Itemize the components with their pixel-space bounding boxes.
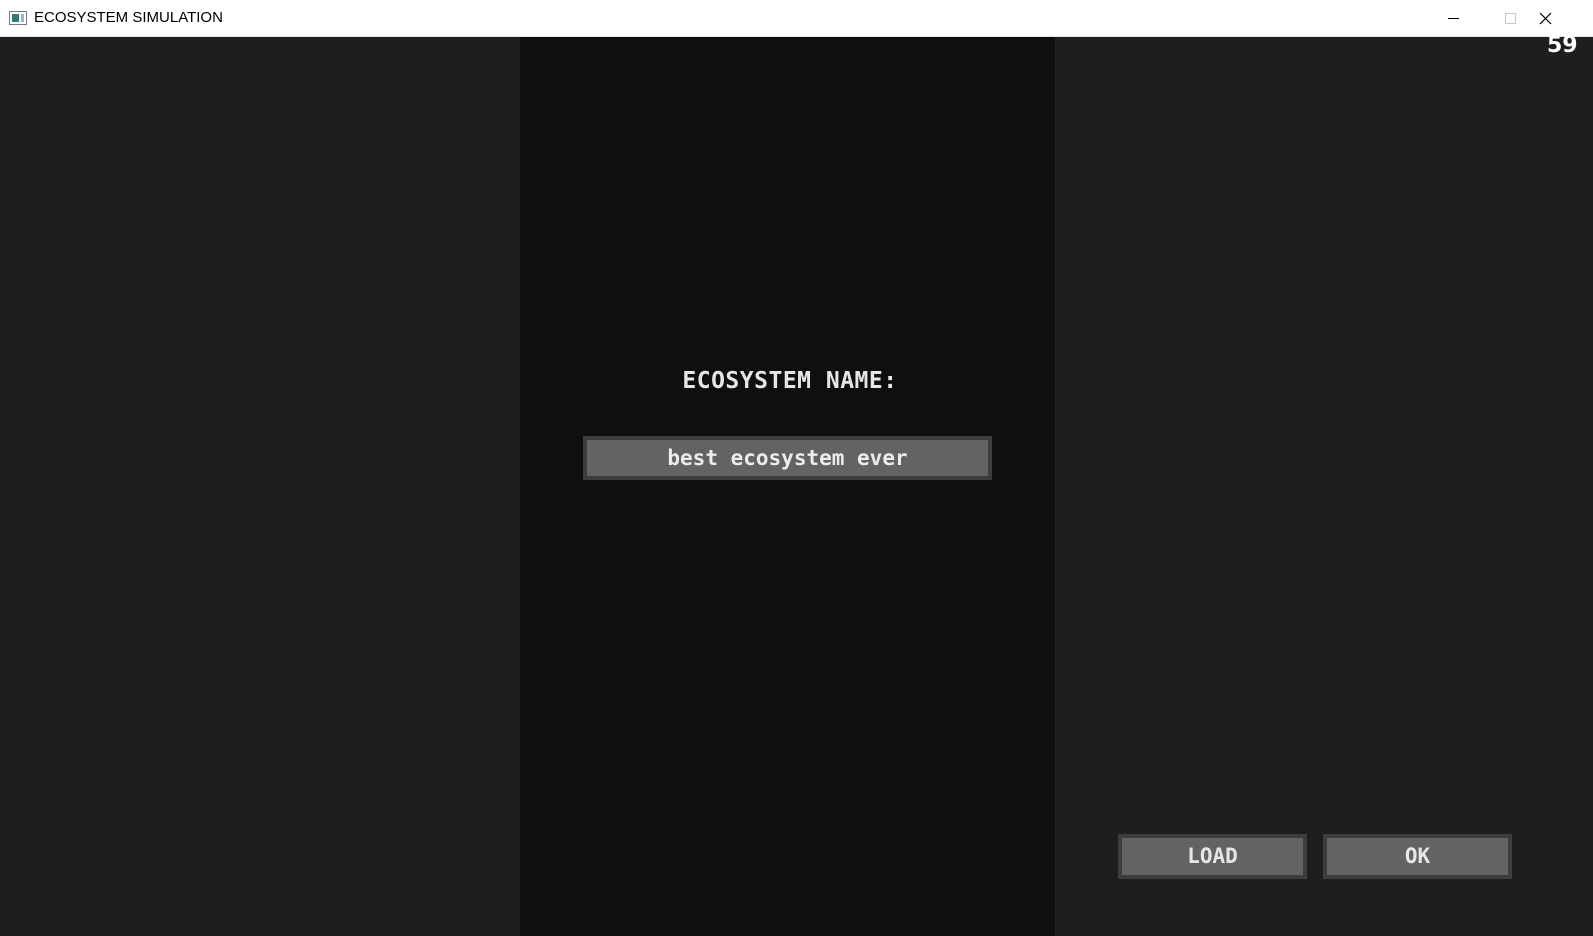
load-button[interactable]: LOAD xyxy=(1118,834,1307,879)
maximize-icon xyxy=(1505,13,1516,24)
fps-counter: 59 xyxy=(1547,33,1578,58)
right-panel xyxy=(1055,37,1593,936)
close-icon xyxy=(1539,12,1552,25)
window-title: ECOSYSTEM SIMULATION xyxy=(34,9,223,26)
minimize-icon xyxy=(1448,18,1459,19)
title-bar: ECOSYSTEM SIMULATION xyxy=(0,0,1593,37)
ok-button[interactable]: OK xyxy=(1323,834,1512,879)
app-window: ECOSYSTEM SIMULATION 59 ECOSYSTEM NAME: xyxy=(0,0,1593,936)
left-panel xyxy=(0,37,520,936)
app-window-icon xyxy=(9,11,27,25)
center-panel xyxy=(520,37,1055,936)
close-button[interactable] xyxy=(1539,0,1593,37)
maximize-button[interactable] xyxy=(1482,0,1539,37)
ecosystem-name-label: ECOSYSTEM NAME: xyxy=(682,368,898,394)
ecosystem-name-input[interactable] xyxy=(583,436,992,480)
minimize-button[interactable] xyxy=(1425,0,1482,37)
